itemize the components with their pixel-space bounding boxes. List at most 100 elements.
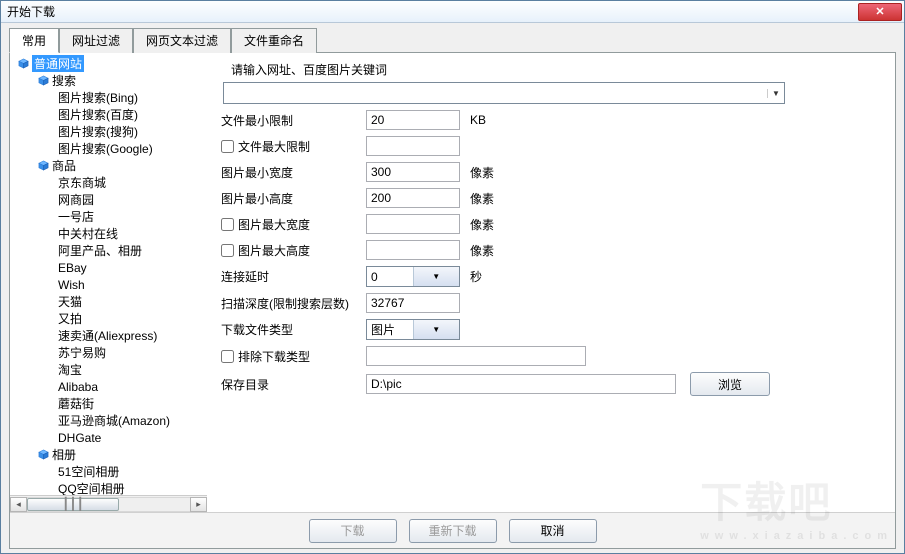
chevron-down-icon[interactable]: ▼ [413,320,460,339]
form-row-delay: 连接延时0▼ 秒 [221,266,881,287]
form-row-max_h: 图片最大高度 像素 [221,240,881,260]
tree-node[interactable]: 51空间相册 [12,463,207,480]
cube-icon [36,160,50,172]
cancel-button[interactable]: 取消 [509,519,597,543]
cube-icon [36,75,50,87]
form-row-min_h: 图片最小高度200 像素 [221,188,881,208]
window-title: 开始下载 [7,3,858,20]
tab-text-filter[interactable]: 网页文本过滤 [133,28,231,53]
tree-node[interactable]: 图片搜索(百度) [12,106,207,123]
form-row-savepath: 保存目录D:\pic 浏览 [221,372,881,396]
exclude-checkbox[interactable] [221,350,234,363]
url-input[interactable]: ▼ [223,82,785,104]
tab-url-filter[interactable]: 网址过滤 [59,28,133,53]
scroll-track[interactable]: ┃┃┃ [27,497,190,512]
max_size-checkbox[interactable] [221,140,234,153]
unit-label: 像素 [470,190,510,207]
tree-node[interactable]: 苏宁易购 [12,344,207,361]
label: 扫描深度(限制搜索层数) [221,295,366,312]
label: 保存目录 [221,376,366,393]
label: 下载文件类型 [221,321,366,338]
tree-node[interactable]: 天猫 [12,293,207,310]
label: 图片最小高度 [221,190,366,207]
window: 开始下载 ✕ 常用 网址过滤 网页文本过滤 文件重命名 普通网站搜索图片搜索(B… [0,0,905,554]
tree-node[interactable]: 阿里产品、相册 [12,242,207,259]
label: 图片最大宽度 [221,216,366,233]
scroll-thumb[interactable]: ┃┃┃ [27,498,119,511]
unit-label: KB [470,113,510,127]
max_h-checkbox[interactable] [221,244,234,257]
form-row-max_size: 文件最大限制 [221,136,881,156]
label: 图片最大高度 [221,242,366,259]
tree-node[interactable]: 图片搜索(Bing) [12,89,207,106]
main-area: 普通网站搜索图片搜索(Bing)图片搜索(百度)图片搜索(搜狗)图片搜索(Goo… [10,53,895,512]
tree-node[interactable]: 亚马逊商城(Amazon) [12,412,207,429]
chevron-down-icon[interactable]: ▼ [767,89,784,98]
close-button[interactable]: ✕ [858,3,902,21]
label: 图片最小宽度 [221,164,366,181]
tree-node[interactable]: DHGate [12,429,207,446]
titlebar[interactable]: 开始下载 ✕ [1,1,904,23]
form-row-max_w: 图片最大宽度像素 [221,214,881,234]
download-button[interactable]: 下载 [309,519,397,543]
browse-button[interactable]: 浏览 [690,372,770,396]
tree-hscrollbar[interactable]: ◂ ┃┃┃ ▸ [10,495,207,512]
label: 文件最大限制 [221,138,366,155]
close-icon: ✕ [875,5,884,18]
form-row-min_size: 文件最小限制20 KB [221,110,881,130]
min_h-input[interactable]: 200 [366,188,460,208]
tree-node[interactable]: QQ空间相册 [12,480,207,495]
tree-node[interactable]: 商品 [12,157,207,174]
unit-label: 秒 [470,268,510,285]
tree-scroll[interactable]: 普通网站搜索图片搜索(Bing)图片搜索(百度)图片搜索(搜狗)图片搜索(Goo… [10,53,207,495]
unit-label: 像素 [470,164,510,181]
url-prompt: 请输入网址、百度图片关键词 [231,61,881,78]
min_size-input[interactable]: 20 [366,110,460,130]
site-tree: 普通网站搜索图片搜索(Bing)图片搜索(百度)图片搜索(搜狗)图片搜索(Goo… [10,53,207,495]
tree-node[interactable]: 又拍 [12,310,207,327]
form-row-min_w: 图片最小宽度300 像素 [221,162,881,182]
min_w-input[interactable]: 300 [366,162,460,182]
tree-node[interactable]: 淘宝 [12,361,207,378]
unit-label: 像素 [470,242,510,259]
max_h-input[interactable] [366,240,460,260]
scroll-right-icon[interactable]: ▸ [190,497,207,512]
tree-node[interactable]: 图片搜索(搜狗) [12,123,207,140]
form-pane: 请输入网址、百度图片关键词 ▼ 文件最小限制20KB文件最大限制图片最小宽度30… [207,53,895,512]
redownload-button[interactable]: 重新下载 [409,519,497,543]
tab-rename[interactable]: 文件重命名 [231,28,317,53]
max_w-input[interactable] [366,214,460,234]
tab-strip: 常用 网址过滤 网页文本过滤 文件重命名 [1,23,904,52]
tab-common[interactable]: 常用 [9,28,59,53]
tree-node[interactable]: 京东商城 [12,174,207,191]
savepath-input[interactable]: D:\pic [366,374,676,394]
button-bar: 下载 重新下载 取消 [10,512,895,548]
tree-node[interactable]: 相册 [12,446,207,463]
tree-node[interactable]: EBay [12,259,207,276]
tree-node[interactable]: Wish [12,276,207,293]
tree-node[interactable]: 中关村在线 [12,225,207,242]
max_w-checkbox[interactable] [221,218,234,231]
tree-node[interactable]: 速卖通(Aliexpress) [12,327,207,344]
label: 连接延时 [221,268,366,285]
tree-node[interactable]: Alibaba [12,378,207,395]
form-row-filetype: 下载文件类型图片▼ [221,319,881,340]
tree-node[interactable]: 图片搜索(Google) [12,140,207,157]
content-pane: 普通网站搜索图片搜索(Bing)图片搜索(百度)图片搜索(搜狗)图片搜索(Goo… [9,52,896,549]
tree-node[interactable]: 一号店 [12,208,207,225]
chevron-down-icon[interactable]: ▼ [413,267,460,286]
tree-node[interactable]: 普通网站 [12,55,207,72]
scroll-left-icon[interactable]: ◂ [10,497,27,512]
tree-node[interactable]: 蘑菇街 [12,395,207,412]
depth-input[interactable]: 32767 [366,293,460,313]
delay-combo[interactable]: 0▼ [366,266,460,287]
max_size-input[interactable] [366,136,460,156]
form-row-depth: 扫描深度(限制搜索层数)32767 [221,293,881,313]
cube-icon [36,449,50,461]
tree-pane: 普通网站搜索图片搜索(Bing)图片搜索(百度)图片搜索(搜狗)图片搜索(Goo… [10,53,207,512]
label: 文件最小限制 [221,112,366,129]
tree-node[interactable]: 搜索 [12,72,207,89]
filetype-combo[interactable]: 图片▼ [366,319,460,340]
tree-node[interactable]: 网商园 [12,191,207,208]
exclude-input[interactable] [366,346,586,366]
